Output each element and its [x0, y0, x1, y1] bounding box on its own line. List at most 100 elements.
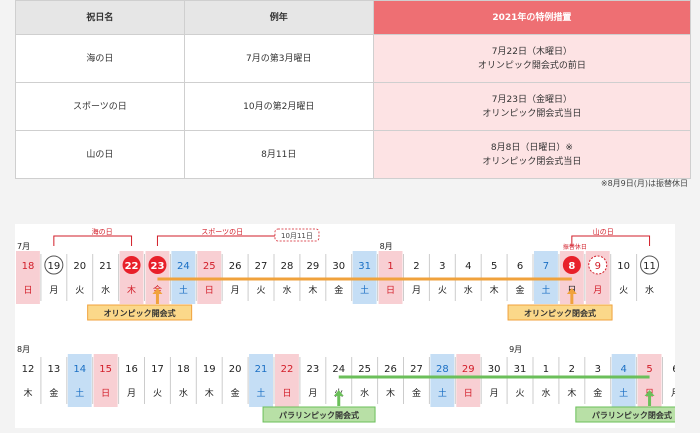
- usual-date: 7月の第3月曜日: [183, 34, 374, 83]
- day-number: 26: [229, 261, 242, 272]
- weekday-label: 金: [334, 284, 343, 296]
- weekday-label: 水: [464, 284, 473, 296]
- table-row: 海の日 7月の第3月曜日 7月22日（木曜日） オリンピック開会式の前日: [15, 34, 692, 83]
- calendar-panel: 7月8月18日19月20火21水22木23金24土25日26月27火28水29木…: [15, 224, 675, 428]
- day-number: 4: [620, 364, 626, 375]
- weekday-label: 土: [179, 284, 188, 296]
- paralympic-open-label: パラリンピック開会式: [279, 410, 359, 420]
- day-number: 18: [22, 261, 35, 272]
- day-number: 21: [255, 364, 268, 375]
- day-number: 3: [439, 261, 445, 272]
- weekday-label: 火: [75, 285, 84, 296]
- umi-no-hi-bracket: [53, 235, 133, 246]
- day-number: 3: [595, 364, 601, 375]
- special-date: 7月22日（木曜日） オリンピック開会式の前日: [372, 34, 692, 83]
- day-number: 2: [413, 261, 419, 272]
- weekday-label: 木: [386, 387, 395, 399]
- table-row: 山の日 8月11日 8月8日（日曜日）※ オリンピック閉会式当日: [15, 130, 692, 179]
- weekday-label: 日: [386, 285, 395, 296]
- weekday-label: 火: [153, 388, 162, 399]
- weekday-label: 金: [231, 387, 240, 399]
- day-shade: [93, 354, 118, 407]
- sports-no-hi-label: スポーツの日: [201, 228, 243, 236]
- weekday-label: 火: [438, 285, 447, 296]
- weekday-label: 月: [308, 388, 317, 399]
- holiday-name: 山の日: [15, 130, 185, 179]
- month-label: 8月: [380, 242, 393, 251]
- day-shade: [16, 251, 40, 304]
- day-shade: [67, 354, 92, 407]
- paralympic-close-label: パラリンピック閉会式: [592, 410, 672, 420]
- day-number: 6: [672, 364, 675, 375]
- weekday-label: 日: [464, 388, 473, 399]
- day-number: 22: [125, 261, 139, 272]
- weekday-label: 月: [127, 388, 136, 399]
- day-number: 30: [332, 261, 345, 272]
- special-date-line1: 8月8日（日曜日）※: [490, 142, 573, 153]
- weekday-label: 土: [75, 387, 84, 399]
- day-number: 9: [595, 261, 601, 272]
- day-number: 1: [543, 364, 549, 375]
- weekday-label: 木: [490, 284, 499, 296]
- weekday-label: 金: [516, 284, 525, 296]
- special-date-line2: オリンピック開会式の前日: [477, 60, 586, 71]
- header-2021-special: 2021年の特例措置: [372, 0, 692, 35]
- furikae-label: 振替休日: [563, 243, 587, 251]
- day-number: 16: [125, 364, 138, 375]
- weekday-label: 木: [127, 284, 136, 296]
- sports-original-date: 10月11日: [281, 232, 313, 240]
- olympic-close-label: オリンピック閉会式: [524, 308, 596, 318]
- weekday-label: 木: [308, 284, 317, 296]
- weekday-label: 水: [179, 387, 188, 399]
- day-number: 28: [281, 261, 294, 272]
- weekday-label: 月: [593, 285, 602, 296]
- weekday-label: 木: [567, 387, 576, 399]
- day-number: 12: [22, 364, 35, 375]
- weekday-label: 月: [231, 285, 240, 296]
- weekday-label: 金: [412, 387, 421, 399]
- day-number: 18: [177, 364, 190, 375]
- substitute-holiday-note: ※8月9日(月)は振替休日: [600, 179, 688, 188]
- weekday-label: 金: [593, 387, 602, 399]
- special-date: 8月8日（日曜日）※ オリンピック閉会式当日: [372, 130, 692, 179]
- day-number: 15: [99, 364, 112, 375]
- weekday-label: 水: [541, 387, 550, 399]
- weekday-label: 月: [671, 388, 675, 399]
- holiday-name: スポーツの日: [15, 82, 185, 131]
- day-number: 27: [410, 364, 423, 375]
- table-header-row: 祝日名 例年 2021年の特例措置: [15, 0, 692, 35]
- day-number: 2: [569, 364, 575, 375]
- day-number: 14: [73, 364, 86, 375]
- weekday-label: 日: [101, 388, 110, 399]
- olympic-open-label: オリンピック開会式: [104, 308, 176, 318]
- weekday-label: 火: [619, 285, 628, 296]
- day-number: 6: [517, 261, 523, 272]
- day-number: 29: [306, 261, 319, 272]
- day-number: 23: [306, 364, 319, 375]
- day-number: 11: [643, 261, 656, 272]
- month-label: 7月: [17, 242, 30, 251]
- special-date: 7月23日（金曜日） オリンピック開会式当日: [372, 82, 692, 131]
- day-number: 23: [150, 261, 164, 272]
- day-number: 20: [73, 261, 86, 272]
- day-number: 22: [281, 364, 294, 375]
- special-date-line2: オリンピック開会式当日: [482, 108, 582, 119]
- holiday-table: 祝日名 例年 2021年の特例措置 海の日 7月の第3月曜日 7月22日（木曜日…: [15, 0, 692, 179]
- weekday-label: 土: [619, 387, 628, 399]
- day-number: 5: [491, 261, 497, 272]
- holiday-name: 海の日: [15, 34, 185, 83]
- special-date-line2: オリンピック閉会式当日: [482, 156, 582, 167]
- day-number: 27: [255, 261, 268, 272]
- special-date-line1: 7月22日（木曜日）: [491, 46, 572, 57]
- day-number: 29: [462, 364, 475, 375]
- weekday-label: 月: [490, 388, 499, 399]
- weekday-label: 土: [541, 284, 550, 296]
- day-number: 17: [151, 364, 164, 375]
- day-number: 7: [543, 261, 549, 272]
- day-number: 8: [568, 261, 575, 272]
- weekday-label: 日: [23, 285, 32, 296]
- day-number: 24: [332, 364, 345, 375]
- header-usual: 例年: [183, 0, 374, 35]
- weekday-label: 日: [282, 388, 291, 399]
- day-shade: [249, 354, 273, 407]
